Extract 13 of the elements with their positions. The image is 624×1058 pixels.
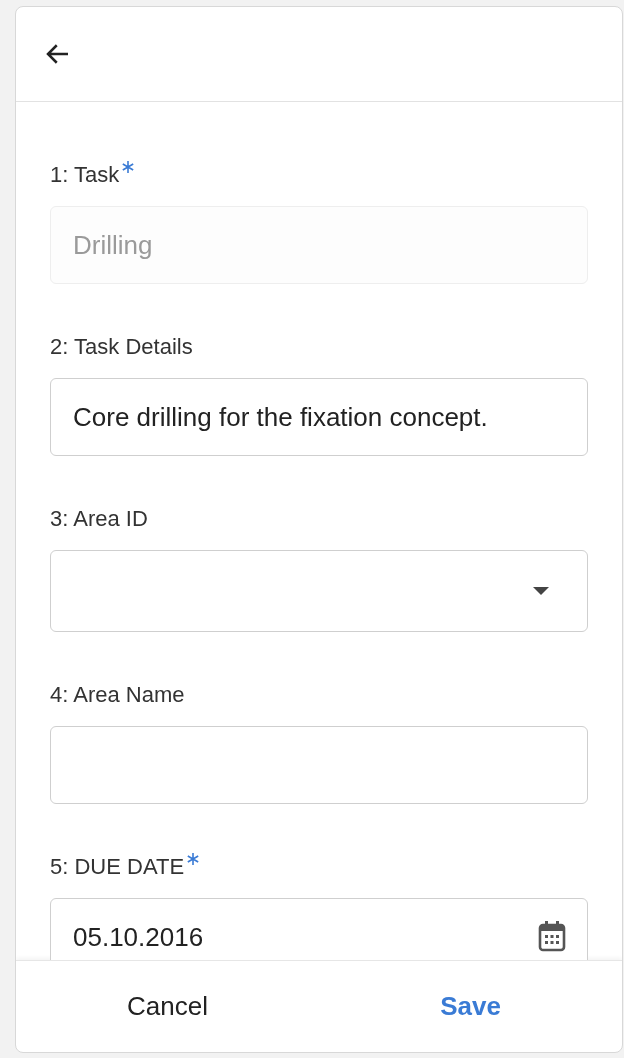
- field-label: 3: Area ID: [50, 504, 148, 533]
- field-label: 1: Task: [50, 160, 120, 189]
- field-label: 5: DUE DATE: [50, 852, 185, 881]
- date-field[interactable]: 05.10.2016: [50, 898, 588, 960]
- field-label: 4: Area Name: [50, 680, 185, 709]
- input-field[interactable]: [50, 726, 588, 804]
- calendar-icon: [538, 920, 566, 952]
- cancel-button[interactable]: Cancel: [16, 961, 319, 1052]
- field-label: 2: Task Details: [50, 332, 193, 361]
- dropdown-caret-icon: [532, 586, 550, 596]
- save-button[interactable]: Save: [319, 961, 622, 1052]
- dropdown-field[interactable]: [50, 550, 588, 632]
- input-field[interactable]: Core drilling for the fixation concept.: [50, 378, 588, 456]
